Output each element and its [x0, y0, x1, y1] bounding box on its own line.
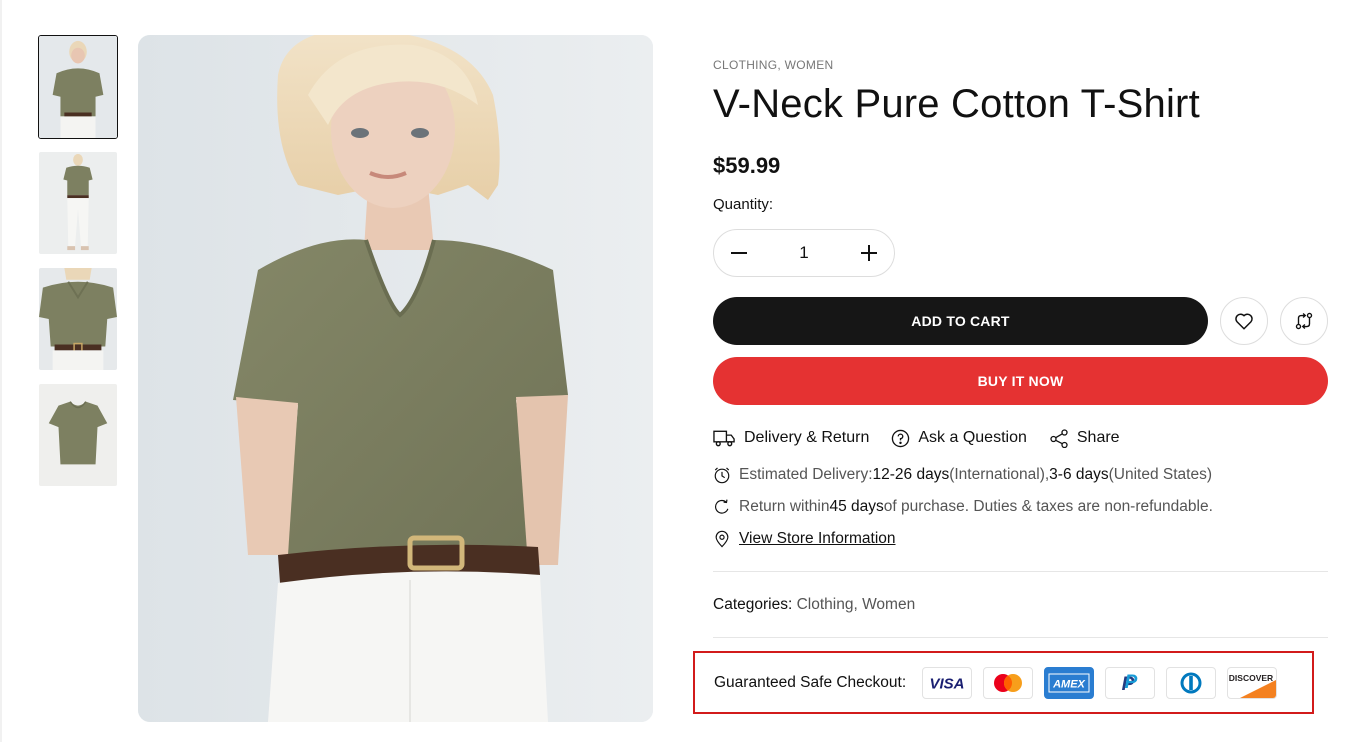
category-separator: ,	[853, 596, 863, 613]
thumbnail-3[interactable]	[38, 267, 118, 371]
location-pin-icon	[715, 530, 729, 548]
quantity-label: Quantity:	[713, 196, 774, 213]
compare-icon	[1295, 312, 1313, 330]
paypal-front-letter: P	[1125, 672, 1138, 693]
visa-text: VISA	[930, 675, 965, 692]
category-link-women[interactable]: Women	[862, 596, 915, 613]
breadcrumb-categories[interactable]: CLOTHING, WOMEN	[713, 58, 834, 72]
us-days: 3-6 days	[1049, 466, 1109, 483]
amex-icon: AMEX	[1044, 666, 1095, 699]
amex-text: AMEX	[1052, 678, 1085, 690]
safe-checkout-label: Guaranteed Safe Checkout:	[714, 673, 907, 691]
ask-question-label: Ask a Question	[918, 429, 1027, 446]
heart-icon	[1235, 313, 1253, 330]
return-icon	[715, 499, 729, 514]
return-prefix: Return within	[739, 498, 830, 515]
question-icon	[892, 429, 910, 447]
thumbnail-4[interactable]	[38, 383, 118, 487]
increase-quantity-button[interactable]	[854, 238, 884, 268]
minus-icon	[731, 252, 747, 254]
return-days: 45 days	[829, 498, 884, 515]
store-information: View Store Information	[713, 530, 896, 548]
view-store-information-link[interactable]: View Store Information	[739, 530, 896, 548]
delivery-return-label: Delivery & Return	[744, 429, 870, 446]
return-suffix: of purchase. Duties & taxes are non-refu…	[883, 498, 1213, 515]
categories-label: Categories:	[713, 596, 797, 613]
discover-icon: DISCOVER	[1227, 666, 1278, 699]
compare-button[interactable]	[1280, 297, 1328, 345]
main-product-image[interactable]	[138, 35, 653, 722]
thumbnail-2[interactable]	[38, 151, 118, 255]
share-link[interactable]: Share	[1049, 428, 1120, 448]
divider	[713, 637, 1328, 638]
alarm-clock-icon	[714, 467, 730, 484]
category-link-clothing[interactable]: Clothing	[797, 596, 854, 613]
estimated-delivery: Estimated Delivery: 12-26 days (Internat…	[713, 466, 1212, 484]
product-actions: Delivery & Return Ask a Question Share	[713, 428, 1142, 448]
diners-club-icon	[1166, 666, 1217, 699]
product-price: $59.99	[713, 153, 781, 178]
safe-checkout-box: Guaranteed Safe Checkout: VISA AMEX P P	[693, 651, 1314, 714]
wishlist-button[interactable]	[1220, 297, 1268, 345]
return-policy: Return within 45 days of purchase. Dutie…	[713, 498, 1213, 516]
plus-icon	[861, 245, 877, 261]
delivery-return-link[interactable]: Delivery & Return	[713, 428, 869, 448]
add-to-cart-button[interactable]: ADD TO CART	[713, 297, 1208, 345]
paypal-icon: P P	[1105, 666, 1156, 699]
international-days: 12-26 days	[872, 466, 950, 483]
quantity-stepper	[713, 229, 895, 277]
thumbnail-list	[38, 35, 118, 499]
ask-question-link[interactable]: Ask a Question	[891, 429, 1027, 448]
share-label: Share	[1076, 429, 1120, 446]
mastercard-icon	[983, 666, 1034, 699]
estimated-delivery-prefix: Estimated Delivery:	[739, 466, 873, 483]
buy-now-button[interactable]: BUY IT NOW	[713, 357, 1328, 405]
discover-text: DISCOVER	[1229, 673, 1273, 683]
divider	[713, 571, 1328, 572]
us-label: (United States)	[1108, 466, 1213, 483]
product-title: V-Neck Pure Cotton T-Shirt	[713, 82, 1200, 126]
page-edge	[0, 0, 2, 742]
share-icon	[1050, 429, 1068, 448]
categories-row: Categories: Clothing, Women	[713, 596, 915, 614]
thumbnail-1[interactable]	[38, 35, 118, 139]
international-label: (International),	[949, 466, 1050, 483]
decrease-quantity-button[interactable]	[724, 238, 754, 268]
truck-icon	[713, 430, 735, 447]
visa-icon: VISA	[922, 666, 973, 699]
quantity-input[interactable]	[774, 243, 834, 263]
